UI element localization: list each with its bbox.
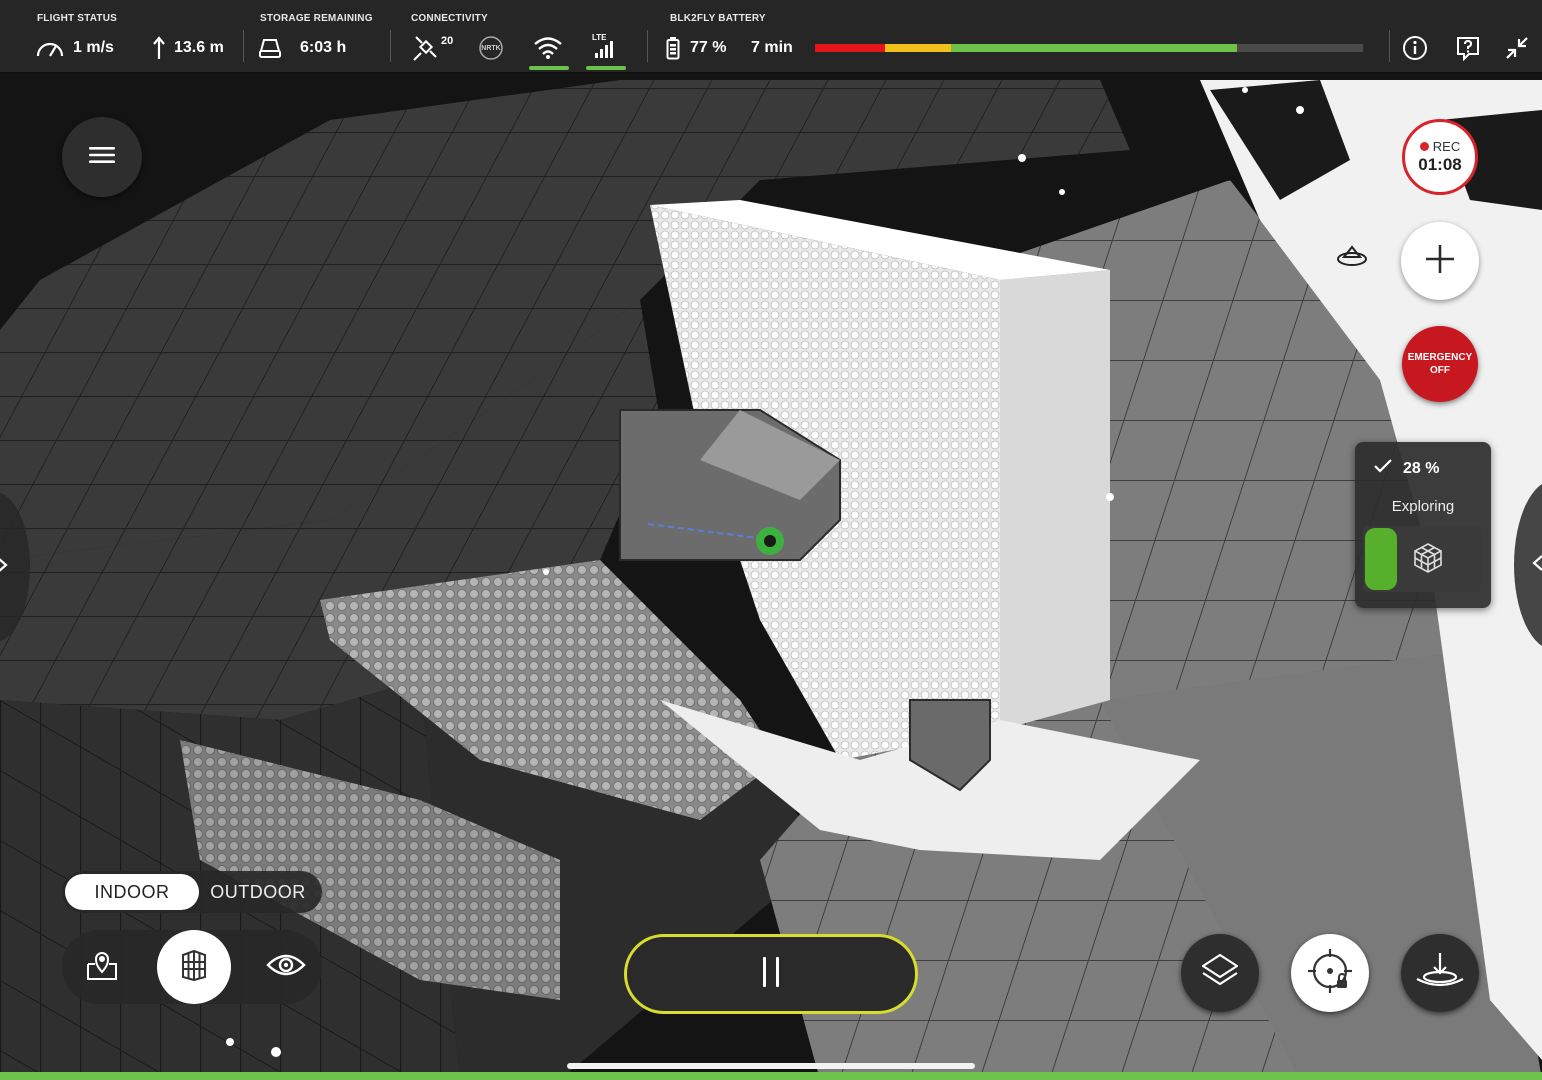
wifi-active-indicator [529, 66, 569, 70]
layers-button[interactable] [1181, 934, 1259, 1012]
exploration-panel: 28 % Exploring [1355, 442, 1491, 608]
exploration-toggle-group [1363, 526, 1481, 592]
exploration-progress: 28 % [1373, 458, 1439, 479]
emergency-line2: OFF [1430, 365, 1450, 376]
lte-active-indicator [586, 66, 626, 70]
pause-icon [760, 955, 782, 994]
flight-status-label: FLIGHT STATUS [37, 13, 117, 24]
divider [243, 30, 244, 62]
storage-value: 6:03 h [300, 39, 347, 56]
chevron-right-icon [0, 556, 8, 579]
top-status-bar: FLIGHT STATUS 1 m/s 13.6 m STORAGE REMAI… [0, 0, 1542, 73]
land-button[interactable] [1401, 934, 1479, 1012]
indoor-option[interactable]: INDOOR [65, 874, 199, 910]
voxel-cube-icon[interactable] [1411, 541, 1445, 580]
hamburger-menu-icon [88, 145, 116, 170]
altitude-arrow-icon [152, 36, 166, 60]
landing-icon [1415, 951, 1465, 996]
environment-mode-toggle: INDOOR OUTDOOR [62, 871, 322, 913]
home-indicator [567, 1063, 975, 1069]
battery-segment-yellow [885, 44, 951, 52]
speed-readout: 1 m/s [35, 34, 114, 62]
altitude-readout: 13.6 m [152, 34, 224, 62]
view-mode-bar [62, 930, 322, 1004]
pause-mission-button[interactable] [624, 934, 918, 1014]
collapse-icon[interactable] [1502, 33, 1532, 63]
recenter-button[interactable] [1291, 934, 1369, 1012]
nrtk-icon[interactable]: NRTK [476, 33, 506, 63]
battery-time-remaining: 7 min [751, 39, 793, 56]
divider [647, 30, 648, 62]
rec-time: 01:08 [1418, 155, 1462, 174]
main-menu-button[interactable] [62, 117, 142, 197]
exploration-percent: 28 % [1403, 459, 1440, 477]
speedometer-icon [35, 37, 65, 59]
battery-segment-green [951, 44, 1237, 52]
recording-button[interactable]: REC 01:08 [1402, 119, 1478, 195]
rec-label: REC [1432, 139, 1461, 154]
layers-icon [1200, 952, 1240, 995]
battery-level-bar [815, 44, 1363, 52]
building-view-icon [179, 949, 209, 986]
recenter-lock-icon [1306, 947, 1354, 1000]
divider [390, 30, 391, 62]
speed-value: 1 m/s [73, 39, 114, 56]
outdoor-option[interactable]: OUTDOOR [199, 874, 317, 910]
battery-percent: 77 % [690, 39, 727, 56]
info-icon[interactable] [1400, 33, 1430, 63]
eye-icon [266, 953, 306, 982]
nrtk-text: NRTK [481, 44, 501, 52]
battery-label: BLK2FLY BATTERY [670, 13, 766, 24]
chevron-left-icon [1532, 554, 1542, 577]
exploration-status: Exploring [1391, 498, 1455, 515]
checkmark-icon [1373, 458, 1393, 479]
add-point-button[interactable] [1401, 222, 1479, 300]
wifi-icon[interactable] [533, 33, 563, 63]
satellite-count: 20 [441, 35, 454, 47]
battery-readout: 77 % [666, 34, 726, 62]
storage-label: STORAGE REMAINING [260, 13, 373, 24]
bottom-status-strip [0, 1072, 1542, 1080]
satellite-icon[interactable] [410, 33, 444, 63]
map-view-button[interactable] [65, 930, 139, 1004]
help-icon[interactable] [1453, 33, 1483, 63]
exploration-toggle[interactable] [1365, 528, 1397, 590]
divider [1389, 30, 1390, 62]
map-pin-icon [85, 948, 119, 987]
lte-text: LTE [592, 33, 607, 42]
rec-dot-icon [1419, 142, 1429, 151]
storage-drive-icon [258, 37, 282, 59]
altitude-value: 13.6 m [174, 39, 224, 56]
emergency-off-button[interactable]: EMERGENCY OFF [1402, 326, 1478, 402]
point-cloud-scene[interactable] [0, 0, 1542, 1080]
battery-segment-red [815, 44, 885, 52]
rec-indicator: REC [1419, 139, 1461, 154]
plus-icon [1423, 242, 1457, 281]
storage-readout: 6:03 h [258, 34, 346, 62]
camera-view-button[interactable] [249, 930, 323, 1004]
connectivity-label: CONNECTIVITY [411, 13, 488, 24]
3d-view-button[interactable] [157, 930, 231, 1004]
emergency-line1: EMERGENCY [1407, 352, 1473, 363]
battery-icon [666, 36, 680, 60]
